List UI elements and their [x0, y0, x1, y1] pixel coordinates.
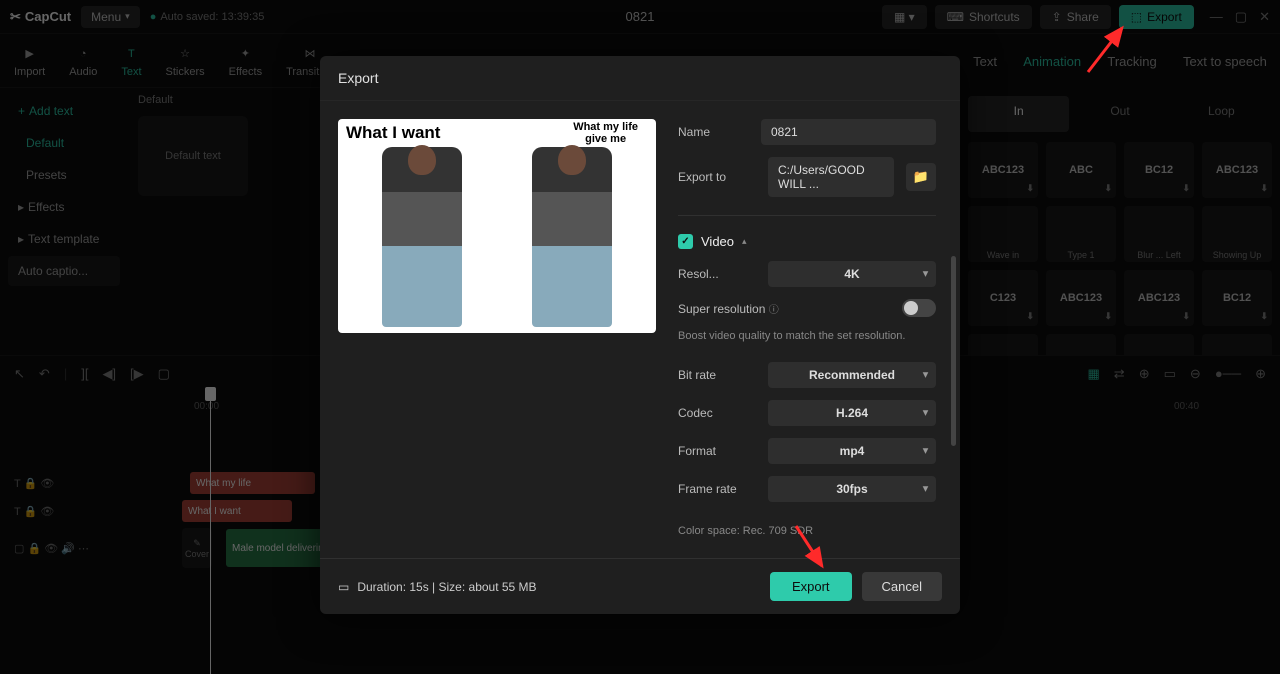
format-select[interactable]: mp4▾	[768, 438, 936, 464]
cancel-button[interactable]: Cancel	[862, 572, 942, 601]
super-resolution-hint: Boost video quality to match the set res…	[678, 329, 936, 344]
resolution-label: Resol...	[678, 267, 756, 281]
export-modal: Export What I want What my lifegive me N…	[320, 56, 960, 614]
bitrate-label: Bit rate	[678, 368, 756, 382]
browse-folder-button[interactable]: 📁	[906, 163, 936, 191]
modal-title: Export	[320, 56, 960, 101]
bitrate-select[interactable]: Recommended▾	[768, 362, 936, 388]
colorspace-info: Color space: Rec. 709 SDR	[678, 524, 936, 539]
codec-select[interactable]: H.264▾	[768, 400, 936, 426]
name-input[interactable]	[761, 119, 936, 145]
codec-label: Codec	[678, 406, 756, 420]
export-confirm-button[interactable]: Export	[770, 572, 852, 601]
name-label: Name	[678, 125, 749, 139]
export-path: C:/Users/GOOD WILL ...	[768, 157, 894, 197]
export-info: ▭ Duration: 15s | Size: about 55 MB	[338, 580, 537, 594]
super-resolution-label: Super resolution ⓘ	[678, 301, 890, 316]
framerate-select[interactable]: 30fps▾	[768, 476, 936, 502]
super-resolution-toggle[interactable]	[902, 299, 936, 317]
resolution-select[interactable]: 4K▾	[768, 261, 936, 287]
preview-text-left: What I want	[346, 123, 440, 143]
video-section-label: Video	[701, 234, 734, 249]
format-label: Format	[678, 444, 756, 458]
preview-text-right: What my lifegive me	[573, 121, 638, 145]
framerate-label: Frame rate	[678, 482, 756, 496]
modal-scrollbar[interactable]	[951, 256, 956, 516]
video-checkbox[interactable]: ✓	[678, 234, 693, 249]
export-preview: What I want What my lifegive me	[338, 119, 656, 333]
export-to-label: Export to	[678, 170, 756, 184]
